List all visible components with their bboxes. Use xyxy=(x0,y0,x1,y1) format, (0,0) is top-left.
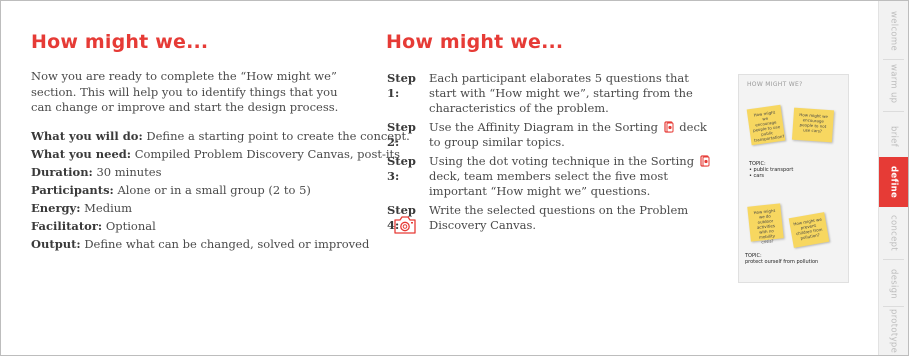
tab-prototype[interactable]: prototype xyxy=(879,307,908,355)
detail-energy: Energy: Medium xyxy=(31,201,133,215)
detail-what-you-will-do: What you will do: Define a starting poin… xyxy=(31,129,410,143)
details-list: What you will do: Define a starting poin… xyxy=(31,127,410,253)
canvas-thumbnail: HOW MIGHT WE? How might we encourage peo… xyxy=(738,74,849,283)
detail-output: Output: Define what can be changed, solv… xyxy=(31,237,370,251)
step-1: Step 1: Each participant elaborates 5 qu… xyxy=(387,71,693,115)
step-4: Step 4: Write the selected questions on … xyxy=(387,203,689,232)
detail-duration: Duration: 30 minutes xyxy=(31,165,162,179)
sorting-deck-icon[interactable] xyxy=(700,155,710,167)
sorting-deck-icon[interactable] xyxy=(664,121,674,133)
topic-2: TOPIC: protect ourself from pollution xyxy=(745,253,819,265)
intro-text: Now you are ready to complete the “How m… xyxy=(31,69,339,114)
detail-facilitator: Facilitator: Optional xyxy=(31,219,156,233)
tab-define[interactable]: define xyxy=(879,157,908,207)
tab-brief[interactable]: brief xyxy=(879,112,908,160)
tab-design[interactable]: design xyxy=(879,260,908,308)
step-2: Step 2: Use the Affinity Diagram in the … xyxy=(387,120,707,149)
step-3: Step 3: Using the dot voting technique i… xyxy=(387,154,717,199)
sticky-note: How might we encourage people to use pub… xyxy=(746,104,786,146)
detail-what-you-need: What you need: Compiled Problem Discover… xyxy=(31,147,401,161)
detail-participants: Participants: Alone or in a small group … xyxy=(31,183,311,197)
sticky-note: How might we prevent children from pollu… xyxy=(788,212,830,248)
sticky-note: How might we do outdoor activities with … xyxy=(747,203,784,245)
left-title: How might we... xyxy=(31,31,209,53)
section-sidebar: welcome warm up brief define concept des… xyxy=(878,1,908,355)
camera-icon[interactable] xyxy=(392,214,418,236)
topic-1: TOPIC: • public transport • cars xyxy=(749,161,794,179)
tab-warm-up[interactable]: warm up xyxy=(879,60,908,108)
right-title: How might we... xyxy=(386,31,564,53)
tab-concept[interactable]: concept xyxy=(879,209,908,257)
sticky-note: How might we encourage people to not use… xyxy=(791,107,835,143)
steps-list: Step 1: Each participant elaborates 5 qu… xyxy=(387,71,717,237)
tab-welcome[interactable]: welcome xyxy=(879,7,908,55)
